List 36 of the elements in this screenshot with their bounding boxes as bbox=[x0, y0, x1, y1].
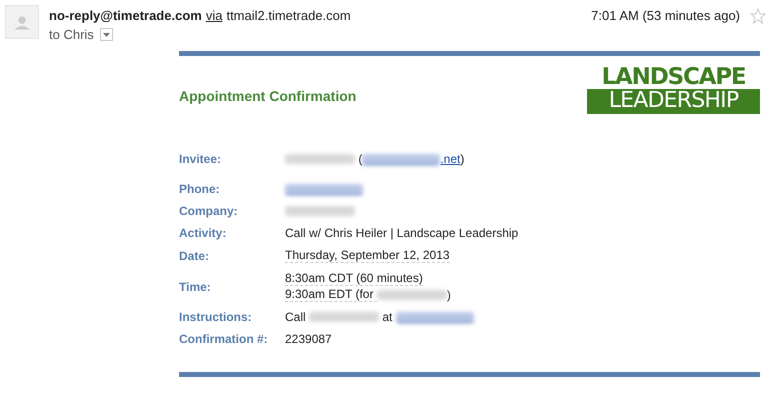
field-value: ) bbox=[460, 152, 464, 166]
field-value: 2239087 bbox=[285, 332, 332, 346]
recipient-label: to Chris bbox=[49, 27, 94, 42]
redaction-blur bbox=[285, 206, 355, 216]
field-label: Instructions: bbox=[179, 310, 253, 324]
field-label: Activity: bbox=[179, 226, 228, 240]
field-value: ) bbox=[446, 288, 451, 302]
field-label: Confirmation #: bbox=[179, 332, 269, 346]
avatar-icon bbox=[5, 5, 39, 39]
redaction-blur bbox=[376, 290, 447, 300]
via-link[interactable]: via bbox=[206, 8, 222, 23]
redaction-blur bbox=[285, 154, 355, 164]
sender-address: no-reply@timetrade.com bbox=[49, 8, 202, 23]
star-icon[interactable] bbox=[750, 8, 766, 24]
company-logo: LANDSCAPE LEADERSHIP bbox=[587, 66, 760, 114]
dropdown-icon[interactable] bbox=[100, 28, 113, 41]
relay-address: ttmail2.timetrade.com bbox=[226, 8, 351, 23]
field-value: at bbox=[381, 310, 394, 324]
field-label: Company: bbox=[179, 204, 239, 218]
field-label: Phone: bbox=[179, 182, 221, 196]
redacted-link[interactable] bbox=[362, 154, 440, 164]
redacted-link[interactable] bbox=[285, 184, 363, 194]
redaction-blur bbox=[309, 312, 380, 322]
field-label: Time: bbox=[179, 280, 212, 294]
field-label: Invitee: bbox=[179, 152, 222, 166]
received-time: 7:01 AM (53 minutes ago) bbox=[591, 7, 740, 23]
field-value: Thursday, September 12, 2013 bbox=[285, 248, 450, 263]
field-value: Call bbox=[285, 310, 307, 324]
field-value: 8:30am CDT (60 minutes) bbox=[285, 271, 423, 286]
email-title: Appointment Confirmation bbox=[179, 87, 356, 104]
redacted-link[interactable] bbox=[396, 312, 474, 322]
field-value: 9:30am EDT (for bbox=[285, 287, 377, 302]
field-label: Date: bbox=[179, 248, 210, 262]
email-link[interactable]: .net bbox=[440, 152, 460, 166]
field-value: Call w/ Chris Heiler | Landscape Leadership bbox=[285, 226, 518, 240]
field-value: ( bbox=[357, 152, 362, 166]
